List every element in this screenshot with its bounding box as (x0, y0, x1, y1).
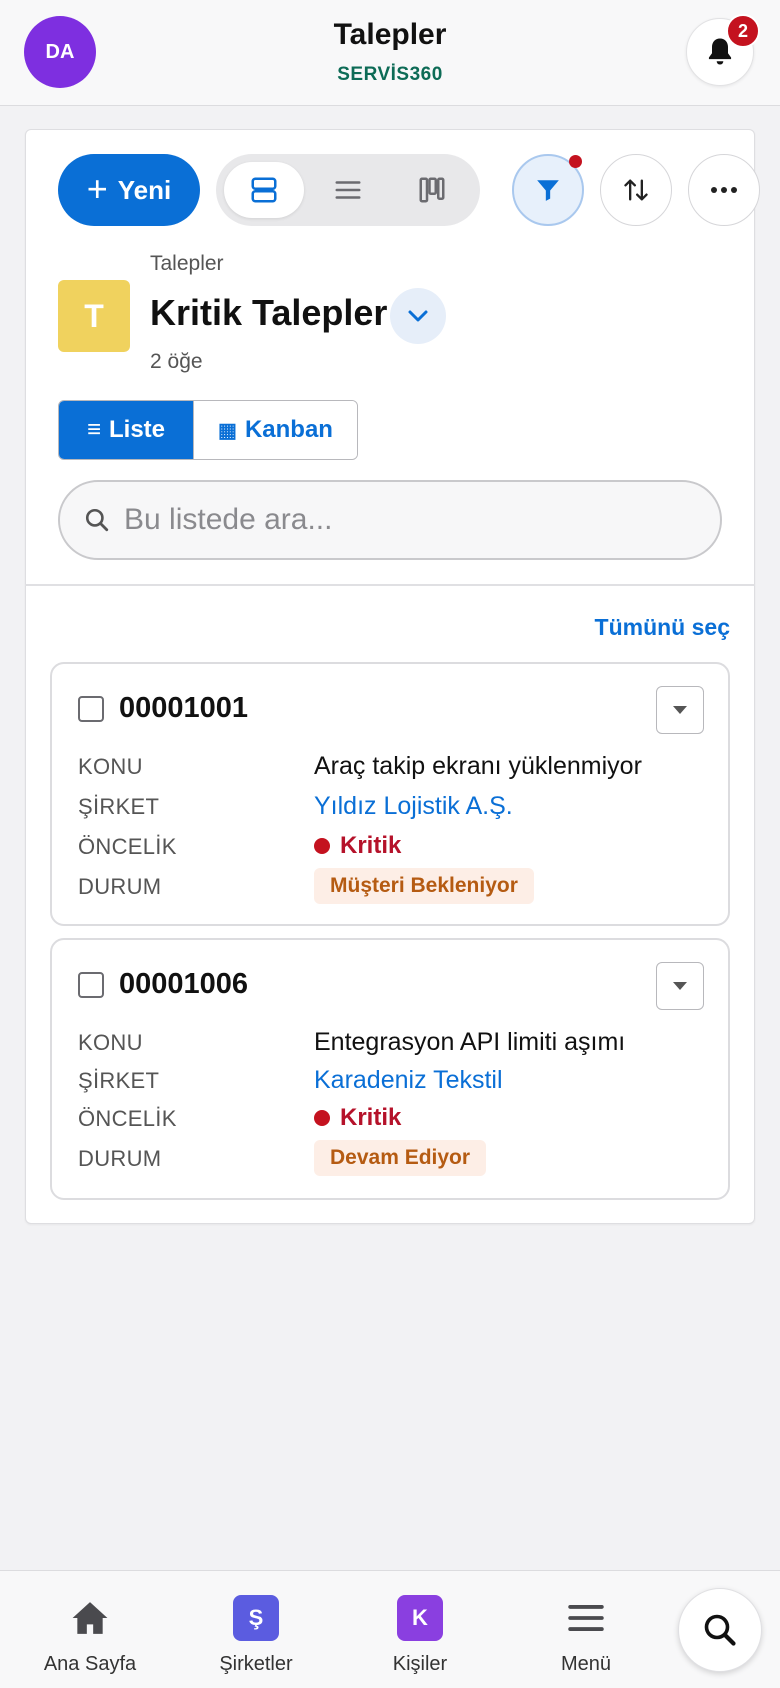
hamburger-icon (568, 1605, 604, 1631)
list-toggle-icon: ≡ (86, 416, 101, 443)
priority-text: Kritik (340, 832, 402, 859)
case-checkbox[interactable] (78, 696, 104, 722)
card-view-button[interactable] (224, 162, 304, 218)
breadcrumb[interactable]: Talepler (150, 252, 224, 276)
search-input[interactable] (124, 503, 684, 537)
subject-label: KONU (78, 754, 143, 779)
nav-home[interactable]: Ana Sayfa (10, 1571, 170, 1688)
nav-contacts-label: Kişiler (392, 1653, 448, 1675)
nav-companies[interactable]: Ş Şirketler (176, 1571, 336, 1688)
case-number[interactable]: 00001001 (119, 692, 248, 725)
nav-companies-label: Şirketler (219, 1653, 293, 1675)
notification-count-badge: 2 (726, 14, 760, 48)
home-icon (72, 1602, 108, 1634)
card-view-icon (251, 177, 277, 203)
list-view-button[interactable] (308, 162, 388, 218)
priority-label: ÖNCELİK (78, 834, 177, 859)
subject-label: KONU (78, 1030, 143, 1055)
status-label: DURUM (78, 1146, 162, 1171)
sort-icon (624, 179, 648, 201)
contacts-icon: K (397, 1595, 443, 1641)
case-card[interactable]: 00001006 KONU Entegrasyon API limiti aşı… (50, 938, 730, 1200)
kanban-toggle-button[interactable]: ▦ Kanban (193, 401, 357, 459)
company-link[interactable]: Yıldız Lojistik A.Ş. (314, 792, 513, 821)
list-toggle-label: Liste (109, 416, 166, 443)
filter-active-indicator (569, 155, 582, 168)
search-icon (704, 1614, 736, 1646)
new-record-button[interactable]: + Yeni (58, 154, 200, 226)
app-name: SERVİS360 (337, 64, 443, 85)
subject-value: Entegrasyon API limiti aşımı (314, 1028, 626, 1056)
case-actions-button[interactable] (656, 962, 704, 1010)
sort-button[interactable] (600, 154, 672, 226)
kanban-toggle-icon: ▦ (218, 419, 237, 442)
subject-value: Araç takip ekranı yüklenmiyor (314, 752, 642, 780)
status-badge: Müşteri Bekleniyor (314, 868, 534, 904)
new-record-label: Yeni (117, 174, 172, 205)
companies-icon: Ş (233, 1595, 279, 1641)
app-header: DA Talepler SERVİS360 2 (0, 0, 780, 106)
case-checkbox[interactable] (78, 972, 104, 998)
bottom-navigation: Ana Sayfa Ş Şirketler K Kişiler Menü (0, 1570, 780, 1688)
list-view-picker-button[interactable] (390, 288, 446, 344)
plus-icon: + (86, 167, 108, 209)
priority-label: ÖNCELİK (78, 1106, 177, 1131)
list-view-title: Kritik Talepler (150, 292, 388, 333)
filter-icon (537, 180, 559, 201)
case-card[interactable]: 00001001 KONU Araç takip ekranı yüklenmi… (50, 662, 730, 926)
nav-menu[interactable]: Menü (506, 1571, 666, 1688)
list-toggle-button[interactable]: ≡ Liste (59, 401, 193, 459)
company-label: ŞİRKET (78, 794, 160, 819)
display-mode-switcher (216, 154, 480, 226)
company-label: ŞİRKET (78, 1068, 160, 1093)
list-search (58, 480, 722, 560)
kanban-view-icon (419, 177, 445, 203)
priority-dot (314, 1110, 330, 1126)
list-view-icon (335, 181, 361, 199)
page-title: Talepler (333, 18, 447, 51)
list-object-icon: T (58, 280, 130, 352)
nav-home-label: Ana Sayfa (43, 1653, 137, 1675)
priority-value: Kritik (314, 832, 401, 860)
chevron-down-icon (408, 310, 428, 322)
status-badge: Devam Ediyor (314, 1140, 487, 1176)
section-divider (25, 584, 755, 586)
priority-text: Kritik (340, 1104, 402, 1131)
priority-dot (314, 838, 330, 854)
nav-contacts[interactable]: K Kişiler (340, 1571, 500, 1688)
item-count: 2 öğe (150, 350, 203, 373)
kanban-toggle-label: Kanban (244, 416, 333, 443)
select-all-link[interactable]: Tümünü seç (595, 614, 730, 641)
nav-menu-label: Menü (560, 1653, 612, 1675)
case-number[interactable]: 00001006 (119, 968, 248, 1001)
kanban-view-button[interactable] (392, 162, 472, 218)
priority-value: Kritik (314, 1104, 401, 1132)
company-link[interactable]: Karadeniz Tekstil (314, 1066, 503, 1095)
caret-down-icon (673, 706, 687, 714)
global-search-button[interactable] (678, 1588, 762, 1672)
status-label: DURUM (78, 874, 162, 899)
view-toggle: ≡ Liste ▦ Kanban (58, 400, 358, 460)
more-icon (711, 187, 737, 193)
more-actions-button[interactable] (688, 154, 760, 226)
search-icon (85, 508, 109, 532)
case-actions-button[interactable] (656, 686, 704, 734)
caret-down-icon (673, 982, 687, 990)
